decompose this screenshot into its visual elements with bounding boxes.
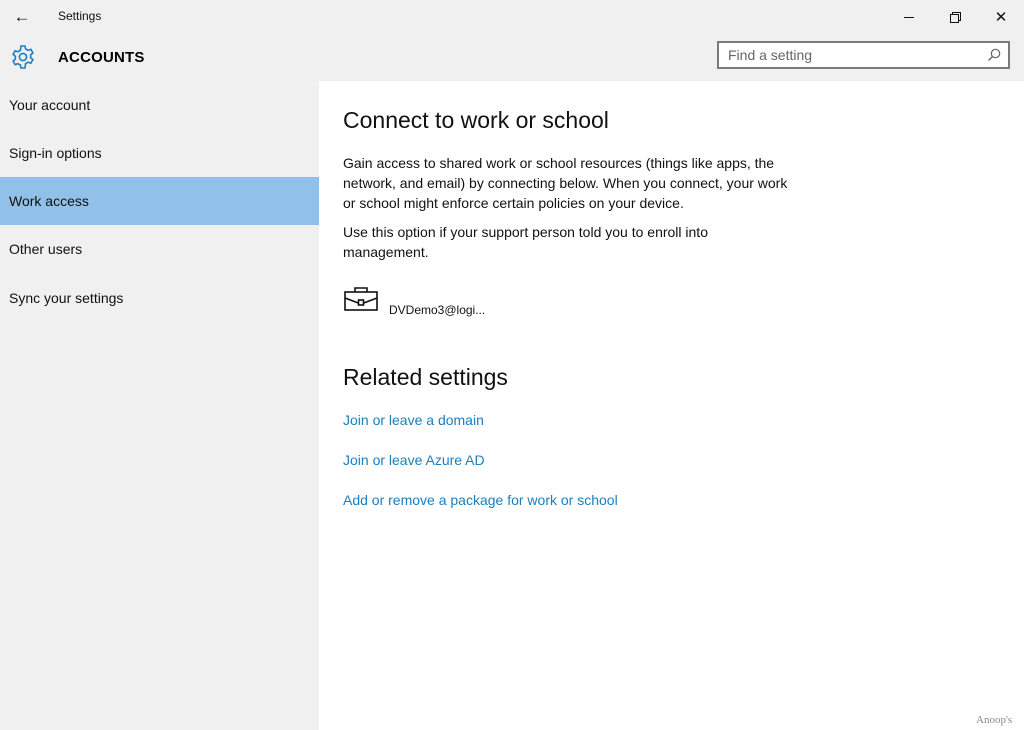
main-content: Connect to work or school Gain access to… [319, 81, 1024, 730]
back-button[interactable]: ← [6, 0, 38, 34]
description-text: Gain access to shared work or school res… [343, 155, 788, 211]
work-account-entry[interactable]: DVDemo3@logi... [343, 281, 743, 323]
sidebar-item-label: Your account [9, 97, 91, 113]
page-header: ACCOUNTS [0, 34, 1024, 81]
section-heading: Connect to work or school [343, 107, 609, 133]
sidebar-item-label: Work access [9, 193, 89, 209]
window-title: Settings [58, 9, 102, 23]
search-box[interactable] [717, 41, 1010, 69]
join-leave-domain-link[interactable]: Join or leave a domain [343, 412, 484, 428]
add-remove-package-link[interactable]: Add or remove a package for work or scho… [343, 492, 618, 508]
close-button[interactable]: ✕ [978, 0, 1024, 34]
sidebar-item-work-access[interactable]: Work access [0, 177, 319, 225]
minimize-icon [904, 16, 914, 18]
sidebar-item-other-users[interactable]: Other users [0, 225, 319, 273]
sidebar-item-label: Sync your settings [9, 290, 124, 306]
page-title: ACCOUNTS [58, 49, 145, 66]
back-arrow-icon: ← [13, 7, 31, 26]
sidebar-item-sync-settings[interactable]: Sync your settings [0, 274, 319, 322]
join-leave-azure-ad-link[interactable]: Join or leave Azure AD [343, 452, 485, 468]
title-bar: ← Settings ✕ [0, 0, 1024, 34]
sidebar-item-label: Sign-in options [9, 145, 102, 161]
search-input[interactable] [719, 43, 990, 67]
sidebar-item-sign-in-options[interactable]: Sign-in options [0, 129, 319, 177]
sidebar: Your account Sign-in options Work access… [0, 81, 319, 730]
gear-icon [12, 45, 34, 69]
restore-icon [950, 12, 961, 23]
sidebar-item-your-account[interactable]: Your account [0, 81, 319, 129]
briefcase-icon [344, 287, 378, 311]
watermark: Anoop's [976, 714, 1013, 726]
account-email: DVDemo3@logi... [389, 303, 486, 317]
search-icon[interactable] [986, 47, 1002, 63]
minimize-button[interactable] [886, 0, 932, 34]
enroll-note-text: Use this option if your support person t… [343, 224, 708, 260]
related-settings-heading: Related settings [343, 364, 508, 390]
close-icon: ✕ [994, 9, 1008, 26]
sidebar-item-label: Other users [9, 241, 83, 257]
restore-button[interactable] [932, 0, 978, 34]
